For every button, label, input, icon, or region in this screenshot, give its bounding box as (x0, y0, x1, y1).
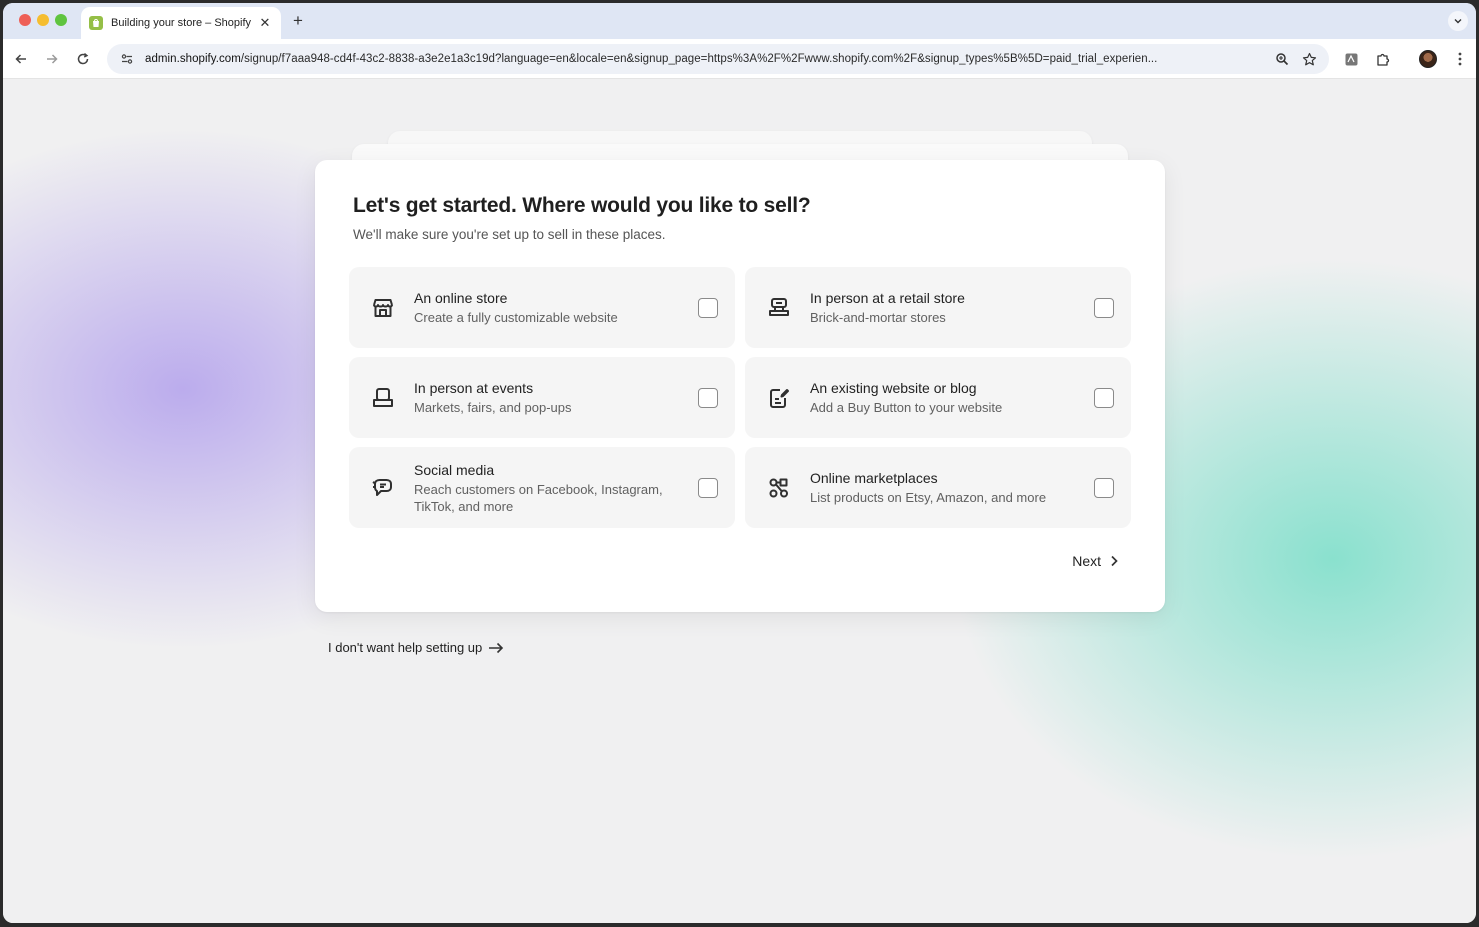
skip-setup-label: I don't want help setting up (328, 640, 483, 655)
tab-search-button[interactable] (1448, 11, 1468, 31)
new-tab-button[interactable]: + (289, 11, 307, 31)
option-description: Create a fully customizable website (414, 310, 618, 325)
puzzle-extensions-icon[interactable] (1372, 49, 1392, 69)
option-checkbox[interactable] (1094, 388, 1114, 408)
option-checkbox[interactable] (698, 478, 718, 498)
url-host: admin.shopify.com (145, 53, 241, 65)
option-checkbox[interactable] (698, 298, 718, 318)
tab-close-icon[interactable]: ✕ (257, 15, 273, 31)
tab-title: Building your store – Shopify (111, 17, 252, 29)
option-online-store[interactable]: An online store Create a fully customiza… (349, 267, 735, 348)
page-subtitle: We'll make sure you're set up to sell in… (353, 227, 666, 242)
zoom-icon[interactable] (1272, 49, 1292, 69)
option-title: Online marketplaces (810, 470, 938, 486)
url-path: /signup/f7aaa948-cd4f-43c2-8838-a3e2e1a3… (240, 53, 1158, 65)
minimize-window-button[interactable] (37, 14, 49, 26)
option-title: An existing website or blog (810, 380, 977, 396)
option-checkbox[interactable] (1094, 478, 1114, 498)
browser-toolbar: admin.shopify.com/signup/f7aaa948-cd4f-4… (3, 39, 1476, 79)
chevron-right-icon (1111, 555, 1118, 567)
reload-button[interactable] (73, 49, 93, 69)
next-button-label: Next (1072, 553, 1101, 569)
option-title: In person at events (414, 380, 534, 396)
option-online-marketplaces[interactable]: Online marketplaces List products on Ets… (745, 447, 1131, 528)
option-checkbox[interactable] (1094, 298, 1114, 318)
option-description: Add a Buy Button to your website (810, 400, 1003, 415)
browser-menu-icon[interactable] (1450, 49, 1470, 69)
reload-icon (77, 52, 89, 65)
sell-options-grid: An online store Create a fully customiza… (349, 267, 1131, 528)
storefront-icon (369, 294, 397, 322)
site-settings-icon[interactable] (117, 49, 137, 69)
page-title: Let's get started. Where would you like … (353, 194, 811, 217)
edit-document-icon (765, 384, 793, 412)
option-title: Social media (414, 461, 495, 478)
back-button[interactable] (11, 49, 31, 69)
tab-strip: Building your store – Shopify ✕ + (3, 3, 1476, 39)
tab-shopify[interactable]: Building your store – Shopify ✕ (81, 7, 281, 39)
arrow-right-icon (489, 642, 504, 653)
option-existing-website[interactable]: An existing website or blog Add a Buy Bu… (745, 357, 1131, 438)
option-title: In person at a retail store (810, 290, 965, 306)
onboarding-card: Let's get started. Where would you like … (315, 160, 1165, 612)
chat-bubble-icon (369, 474, 397, 502)
market-stall-icon (369, 384, 397, 412)
arrow-right-icon (47, 54, 58, 64)
profile-avatar[interactable] (1419, 50, 1437, 68)
option-events[interactable]: In person at events Markets, fairs, and … (349, 357, 735, 438)
option-description: Reach customers on Facebook, Instagram, … (414, 481, 663, 514)
forward-button[interactable] (42, 49, 62, 69)
url-text: admin.shopify.com/signup/f7aaa948-cd4f-4… (145, 53, 1265, 65)
address-bar[interactable]: admin.shopify.com/signup/f7aaa948-cd4f-4… (107, 44, 1329, 74)
page-content: Let's get started. Where would you like … (3, 79, 1476, 923)
option-description: List products on Etsy, Amazon, and more (810, 490, 1047, 505)
skip-setup-link[interactable]: I don't want help setting up (328, 640, 504, 655)
marketplace-network-icon (765, 474, 793, 502)
pos-register-icon (765, 294, 793, 322)
option-description: Markets, fairs, and pop-ups (414, 400, 572, 415)
extension-icon[interactable] (1341, 49, 1361, 69)
option-checkbox[interactable] (698, 388, 718, 408)
next-button[interactable]: Next (1072, 553, 1119, 569)
shopify-bag-icon (89, 16, 103, 30)
chevron-down-icon (1454, 19, 1462, 24)
arrow-left-icon (15, 54, 26, 64)
close-window-button[interactable] (19, 14, 31, 26)
maximize-window-button[interactable] (55, 14, 67, 26)
option-title: An online store (414, 290, 508, 306)
bookmark-star-icon[interactable] (1299, 49, 1319, 69)
option-description: Brick-and-mortar stores (810, 310, 946, 325)
option-social-media[interactable]: Social media Reach customers on Facebook… (349, 447, 735, 528)
browser-window: Building your store – Shopify ✕ + admin.… (3, 3, 1476, 923)
option-retail-store[interactable]: In person at a retail store Brick-and-mo… (745, 267, 1131, 348)
